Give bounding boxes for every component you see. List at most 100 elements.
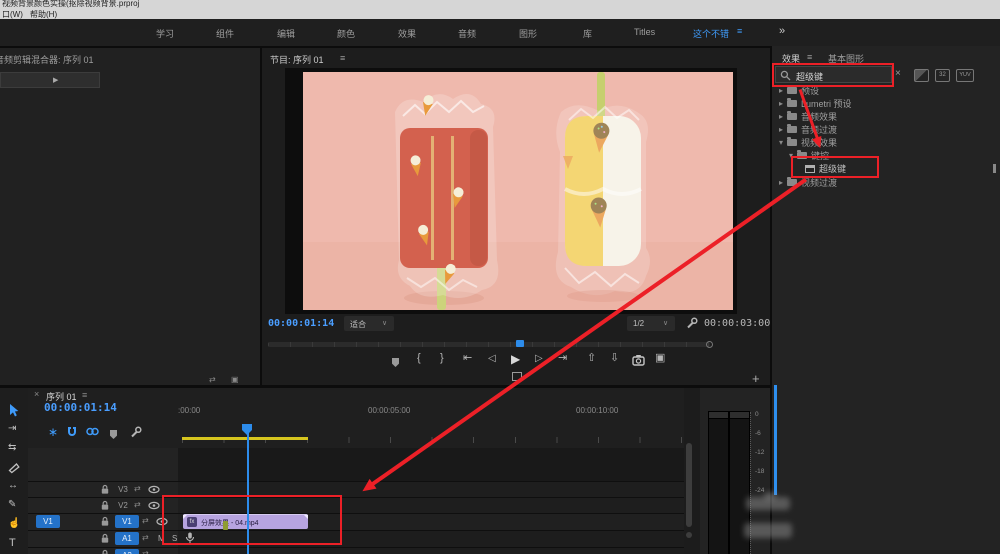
timeline-vertical-scrollbar[interactable] bbox=[686, 443, 692, 527]
program-panel-menu-icon[interactable]: ≡ bbox=[340, 53, 345, 63]
track-v2-lock-icon[interactable] bbox=[99, 500, 111, 511]
workspace-tab-editing[interactable]: 编辑 bbox=[277, 27, 295, 40]
razor-tool[interactable] bbox=[8, 462, 20, 474]
timeline-panel: × 序列 01 ≡ 00:00:01:14 ∗ :00:00 00:00:05:… bbox=[28, 388, 684, 554]
annotation-box-search bbox=[772, 63, 894, 87]
chevron-down-icon[interactable]: ▾ bbox=[779, 139, 783, 147]
track-v3-eye-icon[interactable] bbox=[148, 485, 160, 494]
mixer-footer-monitor-icon[interactable]: ▣ bbox=[231, 376, 239, 384]
track-select-forward-tool[interactable]: ⇥ bbox=[8, 424, 16, 434]
track-a2-label[interactable]: A2 bbox=[115, 549, 139, 554]
workspace-bar: 学习 组件 编辑 颜色 效果 音频 图形 库 Titles 这个不错 ≡ » bbox=[0, 19, 1000, 46]
track-a1-sync-lock-icon[interactable]: ⇄ bbox=[142, 533, 149, 542]
effects-tree-item-video-effects[interactable]: ▾ 视频效果 bbox=[779, 136, 997, 149]
program-current-timecode[interactable]: 00:00:01:14 bbox=[268, 318, 334, 329]
timeline-add-marker-button[interactable] bbox=[110, 426, 117, 444]
track-a2-lock-icon[interactable] bbox=[99, 549, 111, 554]
mixer-footer-sync-icon[interactable]: ⇄ bbox=[209, 376, 216, 384]
program-settings-wrench-icon[interactable] bbox=[686, 317, 698, 329]
track-v3-sync-lock-icon[interactable]: ⇄ bbox=[134, 484, 141, 493]
folder-icon bbox=[787, 100, 797, 107]
folder-icon bbox=[787, 113, 797, 120]
accelerated-effects-badge-icon[interactable] bbox=[914, 69, 929, 82]
timeline-playhead-marker[interactable] bbox=[242, 424, 252, 435]
program-panel-title: 节目: 序列 01 bbox=[270, 53, 324, 66]
chevron-right-icon[interactable]: ▸ bbox=[779, 87, 783, 95]
scrollbar-end-dot[interactable] bbox=[686, 532, 692, 538]
track-a1-lock-icon[interactable] bbox=[99, 533, 111, 544]
workspace-tab-color[interactable]: 颜色 bbox=[337, 27, 355, 40]
workspace-tab-effects[interactable]: 效果 bbox=[398, 27, 416, 40]
add-marker-button[interactable] bbox=[392, 354, 399, 372]
selection-tool[interactable] bbox=[8, 404, 20, 417]
mark-out-button[interactable]: } bbox=[440, 353, 444, 364]
chevron-right-icon[interactable]: ▸ bbox=[779, 179, 783, 187]
track-v1-lock-icon[interactable] bbox=[99, 516, 111, 527]
chevron-right-icon[interactable]: ▸ bbox=[779, 126, 783, 134]
work-area-bar[interactable] bbox=[182, 437, 308, 440]
ripple-edit-tool[interactable]: ⇆ bbox=[8, 443, 16, 453]
workspace-tab-audio[interactable]: 音频 bbox=[458, 27, 476, 40]
mixer-automation-dropdown[interactable]: ▶ bbox=[0, 72, 100, 88]
workspace-tab-learning[interactable]: 学习 bbox=[156, 27, 174, 40]
chevron-right-icon[interactable]: ▸ bbox=[779, 113, 783, 121]
program-fit-dropdown[interactable]: 适合 ∨ bbox=[344, 316, 394, 331]
workspace-tab-active[interactable]: 这个不错 bbox=[693, 27, 729, 40]
program-scrubber[interactable] bbox=[268, 342, 710, 347]
track-v2-label[interactable]: V2 bbox=[115, 499, 131, 512]
pen-tool[interactable]: ✎ bbox=[8, 500, 16, 510]
program-scrubber-playhead[interactable] bbox=[516, 340, 524, 347]
ruler-label-5s: 00:00:05:00 bbox=[368, 406, 410, 415]
effects-panel-scrollbar[interactable] bbox=[774, 385, 777, 495]
button-editor-plus-button[interactable]: + bbox=[752, 371, 760, 386]
lift-button[interactable]: ⇧ bbox=[587, 353, 596, 364]
track-v1-label[interactable]: V1 bbox=[115, 515, 139, 528]
annotation-box-ultra-key bbox=[791, 156, 879, 178]
bit-depth-32-badge-icon[interactable]: 32 bbox=[935, 69, 950, 82]
program-resolution-dropdown[interactable]: 1/2 ∨ bbox=[627, 316, 675, 331]
workspace-overflow-icon[interactable]: » bbox=[779, 25, 785, 37]
marker-icon bbox=[392, 358, 399, 367]
track-a1-label[interactable]: A1 bbox=[115, 532, 139, 545]
step-back-button[interactable]: ◁ bbox=[488, 354, 496, 364]
workspace-tab-libraries[interactable]: 库 bbox=[583, 27, 592, 40]
tools-panel: ⇥ ⇆ ↔ ✎ ☝ T bbox=[0, 388, 28, 554]
effects-panel-menu-icon[interactable]: ≡ bbox=[807, 52, 812, 62]
search-clear-icon[interactable]: × bbox=[895, 68, 901, 79]
source-patch-v1[interactable]: V1 bbox=[36, 515, 60, 528]
tree-item-label: Lumetri 预设 bbox=[801, 97, 852, 110]
slip-tool[interactable]: ↔ bbox=[8, 481, 18, 491]
chevron-right-icon[interactable]: ▸ bbox=[779, 100, 783, 108]
snap-magnet-icon[interactable] bbox=[66, 426, 78, 438]
linked-selection-icon[interactable] bbox=[86, 426, 99, 437]
timeline-panel-menu-icon[interactable]: ≡ bbox=[82, 390, 87, 400]
window-title: 视频背景颜色实操(抠除视频背景.prproj bbox=[2, 0, 139, 9]
go-to-in-button[interactable]: ⇤ bbox=[463, 353, 472, 364]
mark-in-button[interactable]: { bbox=[417, 353, 421, 364]
track-v2-sync-lock-icon[interactable]: ⇄ bbox=[134, 500, 141, 509]
track-a2-sync-lock-icon[interactable]: ⇄ bbox=[142, 549, 149, 554]
workspace-tab-menu-icon[interactable]: ≡ bbox=[737, 26, 742, 36]
track-v3-lock-icon[interactable] bbox=[99, 484, 111, 495]
yuv-badge-icon[interactable]: YUV bbox=[956, 69, 974, 82]
nest-sequence-toggle-icon[interactable]: ∗ bbox=[48, 425, 58, 439]
track-v2-eye-icon[interactable] bbox=[148, 501, 160, 510]
play-button[interactable]: ▶ bbox=[511, 353, 520, 365]
track-v3-label[interactable]: V3 bbox=[115, 483, 131, 496]
extract-button[interactable]: ⇩ bbox=[610, 353, 619, 364]
track-v1-sync-lock-icon[interactable]: ⇄ bbox=[142, 516, 149, 525]
type-tool[interactable]: T bbox=[9, 538, 16, 549]
comparison-view-button[interactable]: ▣ bbox=[655, 353, 665, 364]
effect-row-badge bbox=[993, 164, 996, 173]
workspace-tab-assembly[interactable]: 组件 bbox=[216, 27, 234, 40]
window-titlebar: 视频背景颜色实操(抠除视频背景.prproj bbox=[0, 0, 1000, 9]
effects-tree-item-lumetri-presets[interactable]: ▸ Lumetri 预设 bbox=[779, 97, 997, 110]
hand-tool[interactable]: ☝ bbox=[8, 519, 20, 529]
workspace-tab-graphics[interactable]: 图形 bbox=[519, 27, 537, 40]
timeline-settings-wrench-icon[interactable] bbox=[130, 426, 142, 438]
timeline-timecode[interactable]: 00:00:01:14 bbox=[44, 401, 117, 414]
export-frame-camera-icon[interactable] bbox=[632, 354, 645, 366]
timeline-tab-close-icon[interactable]: × bbox=[34, 389, 39, 399]
workspace-tab-titles[interactable]: Titles bbox=[634, 27, 655, 37]
meter-db-12: -12 bbox=[755, 449, 764, 456]
